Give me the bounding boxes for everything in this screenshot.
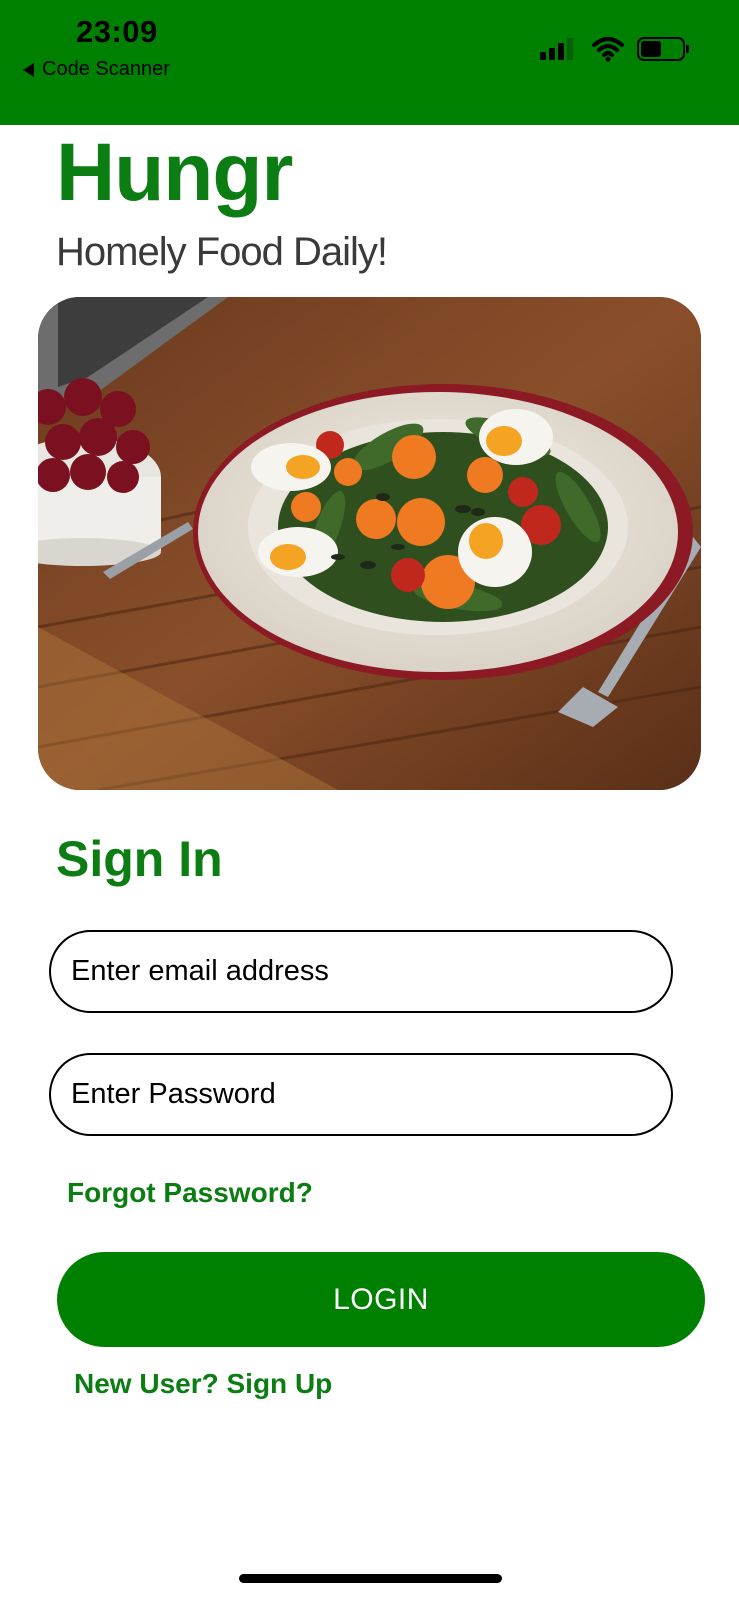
back-app-label: Code Scanner [42,58,170,80]
back-to-app-button[interactable]: Code Scanner [23,58,170,81]
battery-icon [637,37,689,61]
login-button[interactable]: LOGIN [57,1252,705,1347]
password-field[interactable] [49,1053,673,1136]
home-indicator[interactable] [239,1574,502,1583]
app-title: Hungr [56,127,293,218]
hero-food-image [38,297,701,790]
wifi-icon [592,37,624,62]
salad-bowl-photo [38,297,701,790]
app-tagline: Homely Food Daily! [56,230,388,274]
sign-in-heading: Sign In [56,831,223,887]
sign-up-link[interactable]: New User? Sign Up [74,1370,332,1398]
status-bar: 23:09 Code Scanner [0,0,739,125]
forgot-password-link[interactable]: Forgot Password? [67,1179,313,1207]
status-time: 23:09 [76,14,158,49]
sign-in-screen: 23:09 Code Scanner Hungr Homely Food Dai… [0,0,739,1600]
back-arrow-icon [23,62,34,77]
cellular-signal-icon [540,38,573,60]
email-field[interactable] [49,930,673,1013]
